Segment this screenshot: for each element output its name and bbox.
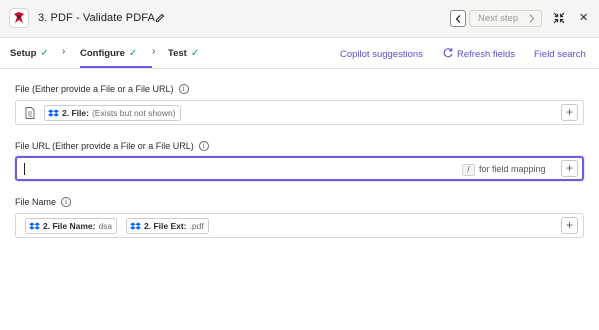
file-url-field-label: File URL (Either provide a File or a Fil… [15,141,209,151]
mapped-field-pill[interactable]: 2. File Ext: .pdf [126,218,209,234]
add-button[interactable]: + [561,104,578,121]
check-icon: ✓ [190,48,200,59]
file-url-label-text: File URL (Either provide a File or a Fil… [15,141,194,151]
dropbox-icon [48,108,59,117]
tab-test[interactable]: Test ✓ [168,48,199,59]
file-label-text: File (Either provide a File or a File UR… [15,84,174,94]
refresh-fields-link[interactable]: Refresh fields [457,49,515,60]
tab-configure[interactable]: Configure ✓ [80,48,137,59]
info-icon[interactable]: i [198,141,209,151]
dropbox-icon [130,221,141,230]
file-field[interactable]: 2. File: (Exists but not shown) + [15,100,584,125]
tab-setup-label: Setup [10,48,37,59]
next-step-button[interactable]: Next step [469,10,542,27]
chevron-right-icon: › [152,46,156,57]
file-field-label: File (Either provide a File or a File UR… [15,84,189,94]
file-name-field[interactable]: 2. File Name: dsa 2. File Ext: .pdf + [15,213,584,238]
pill-key: 2. File: [62,108,89,118]
chevron-right-icon [529,14,535,23]
file-url-input[interactable]: / for field mapping + [15,156,584,181]
step-title[interactable]: 3. PDF - Validate PDFA [38,12,155,24]
pill-value: .pdf [189,221,204,231]
file-name-label-text: File Name [15,197,57,207]
pill-key: 2. File Ext: [144,221,187,231]
chevron-right-icon: › [62,46,66,57]
dropbox-icon [29,221,40,230]
document-icon [25,107,35,119]
chevron-left-icon [455,14,461,23]
add-button[interactable]: + [561,160,578,177]
collapse-icon[interactable] [553,12,565,24]
info-icon[interactable]: i [178,84,189,94]
tab-setup[interactable]: Setup ✓ [10,48,49,59]
pill-key: 2. File Name: [43,221,96,231]
check-icon: ✓ [128,48,138,59]
step-header: 3. PDF - Validate PDFA Next step ✕ [0,0,599,38]
mapped-field-pill[interactable]: 2. File: (Exists but not shown) [44,105,181,121]
copilot-suggestions-link[interactable]: Copilot suggestions [340,49,423,60]
tab-configure-label: Configure [80,48,125,59]
field-mapping-hint: for field mapping [479,164,546,174]
slash-shortcut-key: / [462,164,475,176]
info-icon[interactable]: i [61,197,72,207]
refresh-icon[interactable] [442,47,454,59]
next-step-label: Next step [478,13,519,24]
close-icon[interactable]: ✕ [579,12,590,24]
add-button[interactable]: + [561,217,578,234]
active-tab-indicator [80,66,152,68]
pill-value: dsa [98,221,113,231]
pencil-icon[interactable] [155,13,165,23]
file-name-field-label: File Name i [15,197,72,207]
step-tabs: Setup ✓ › Configure ✓ › Test ✓ Copilot s… [0,39,599,69]
pill-value: (Exists but not shown) [91,108,176,118]
field-search-link[interactable]: Field search [534,49,586,60]
tab-test-label: Test [168,48,187,59]
previous-step-button[interactable] [450,10,466,27]
check-icon: ✓ [40,48,49,59]
app-logo-icon [9,8,29,28]
text-cursor [24,163,25,175]
mapped-field-pill[interactable]: 2. File Name: dsa [25,218,118,234]
